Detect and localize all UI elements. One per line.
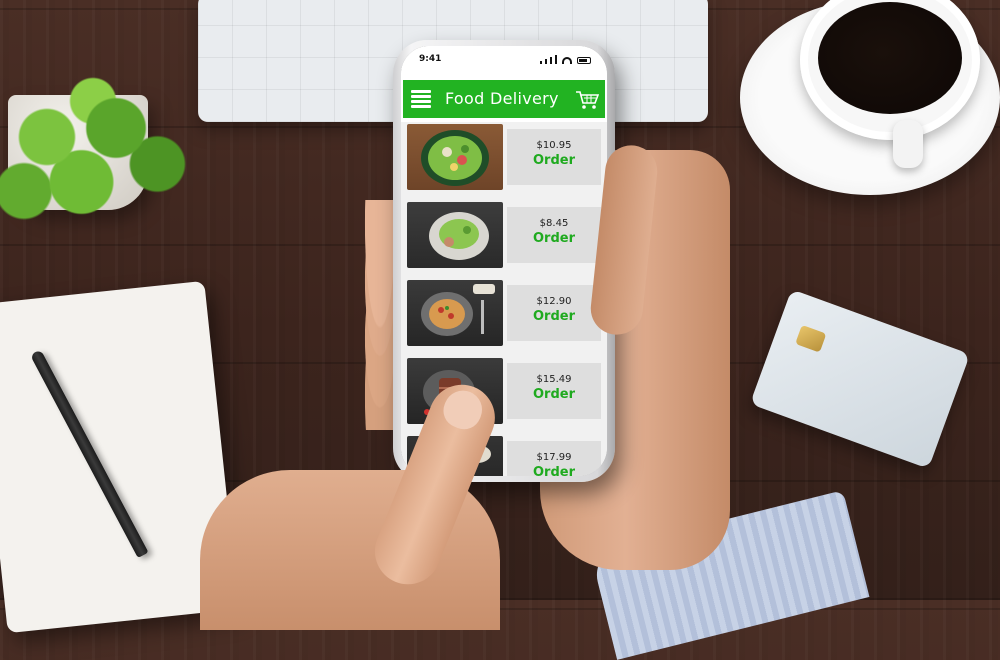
cup-handle — [893, 120, 923, 168]
menu-item[interactable]: $12.90 Order — [407, 280, 601, 348]
menu-item[interactable]: $8.45 Order — [407, 202, 601, 270]
price-panel: $17.99 Order — [507, 441, 601, 476]
wifi-icon — [562, 57, 572, 64]
order-button[interactable]: Order — [507, 309, 601, 324]
food-thumbnail-salad — [407, 124, 503, 190]
order-button[interactable]: Order — [507, 231, 601, 246]
food-thumbnail-greens — [407, 202, 503, 268]
signal-bar — [545, 59, 547, 64]
price-panel: $8.45 Order — [507, 207, 601, 263]
signal-bar — [550, 57, 552, 64]
item-price: $10.95 — [536, 140, 572, 151]
app-header: Food Delivery — [403, 80, 605, 118]
hamburger-menu-icon[interactable] — [411, 90, 431, 108]
plant-leaves — [0, 65, 208, 245]
fingernail — [438, 384, 488, 435]
status-bar: 9:41 — [401, 46, 607, 74]
item-price: $12.90 — [536, 296, 572, 307]
shopping-cart-icon[interactable] — [575, 90, 599, 110]
signal-bar — [555, 55, 557, 64]
status-icons — [540, 55, 591, 64]
item-price: $8.45 — [539, 218, 569, 229]
item-price: $17.99 — [536, 452, 572, 463]
signal-icon — [540, 61, 542, 64]
item-price: $15.49 — [536, 374, 572, 385]
status-time: 9:41 — [419, 54, 442, 64]
plant-pot — [0, 65, 208, 245]
credit-card — [749, 289, 971, 469]
order-button[interactable]: Order — [507, 387, 601, 402]
menu-item[interactable]: $10.95 Order — [407, 124, 601, 192]
price-panel: $15.49 Order — [507, 363, 601, 419]
price-panel: $12.90 Order — [507, 285, 601, 341]
battery-icon — [577, 57, 591, 64]
card-chip — [795, 324, 827, 353]
food-thumbnail-pizza — [407, 280, 503, 346]
order-button[interactable]: Order — [507, 465, 601, 476]
app-title: Food Delivery — [445, 89, 559, 108]
coffee — [818, 2, 962, 114]
price-panel: $10.95 Order — [507, 129, 601, 185]
order-button[interactable]: Order — [507, 153, 601, 168]
